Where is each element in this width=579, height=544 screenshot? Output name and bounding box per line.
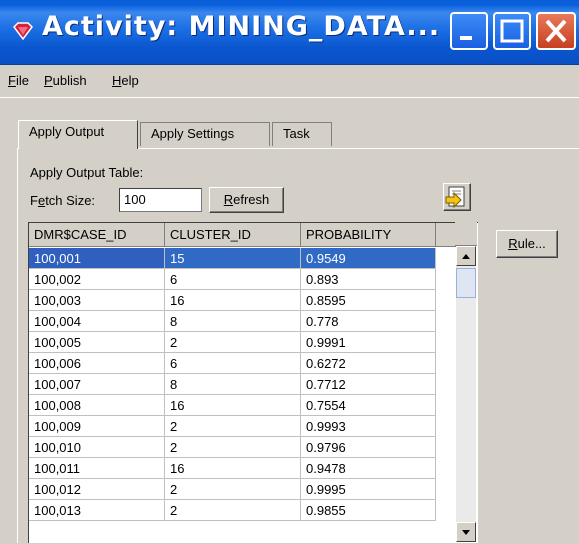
export-button[interactable] [443, 183, 471, 211]
menu-publish-mnemonic: P [44, 73, 53, 88]
cluster-id-cell[interactable]: 6 [165, 353, 301, 374]
rule-button[interactable]: Rule... [496, 230, 558, 258]
table-row[interactable]: 100,012 2 0.9995 [29, 479, 454, 500]
probability-cell[interactable]: 0.6272 [301, 353, 436, 374]
rule-label: ule... [517, 236, 546, 251]
arrow-up-icon [462, 254, 470, 259]
maximize-button[interactable] [493, 12, 531, 50]
column-header-spare [436, 223, 456, 247]
cluster-id-cell[interactable]: 2 [165, 416, 301, 437]
menu-help[interactable]: Help [112, 73, 139, 88]
maximize-icon [500, 19, 524, 43]
table-row[interactable]: 100,011 16 0.9478 [29, 458, 454, 479]
tab-task[interactable]: Task [272, 122, 332, 146]
probability-cell[interactable]: 0.7554 [301, 395, 436, 416]
column-header-cluster-id[interactable]: CLUSTER_ID [165, 223, 301, 247]
rule-mnemonic: R [508, 236, 518, 251]
tab-apply-settings[interactable]: Apply Settings [140, 122, 270, 146]
case-id-cell[interactable]: 100,001 [29, 248, 165, 269]
cluster-id-cell[interactable]: 16 [165, 458, 301, 479]
case-id-cell[interactable]: 100,010 [29, 437, 165, 458]
scroll-thumb[interactable] [456, 268, 476, 298]
table-row[interactable]: 100,004 8 0.778 [29, 311, 454, 332]
case-id-cell[interactable]: 100,011 [29, 458, 165, 479]
case-id-cell[interactable]: 100,002 [29, 269, 165, 290]
probability-cell[interactable]: 0.8595 [301, 290, 436, 311]
fetch-label-pre: F [30, 193, 38, 208]
probability-cell[interactable]: 0.893 [301, 269, 436, 290]
probability-cell[interactable]: 0.9549 [301, 248, 436, 269]
menu-file[interactable]: File [8, 73, 29, 88]
close-button[interactable] [536, 12, 576, 50]
arrow-down-icon [462, 530, 470, 535]
cluster-id-cell[interactable]: 2 [165, 479, 301, 500]
cluster-id-cell[interactable]: 15 [165, 248, 301, 269]
menu-help-mnemonic: H [112, 73, 122, 88]
fetch-label-post: tch Size: [45, 193, 96, 208]
probability-cell[interactable]: 0.9796 [301, 437, 436, 458]
export-icon [445, 186, 465, 209]
probability-cell[interactable]: 0.9855 [301, 500, 436, 521]
case-id-cell[interactable]: 100,013 [29, 500, 165, 521]
cluster-id-cell[interactable]: 6 [165, 269, 301, 290]
case-id-cell[interactable]: 100,007 [29, 374, 165, 395]
case-id-cell[interactable]: 100,006 [29, 353, 165, 374]
menu-file-mnemonic: F [8, 73, 16, 88]
table-row[interactable]: 100,007 8 0.7712 [29, 374, 454, 395]
cluster-id-cell[interactable]: 8 [165, 311, 301, 332]
cluster-id-cell[interactable]: 16 [165, 290, 301, 311]
scroll-up-button[interactable] [456, 246, 476, 266]
menu-publish[interactable]: Publish [44, 73, 87, 88]
probability-cell[interactable]: 0.9478 [301, 458, 436, 479]
probability-cell[interactable]: 0.9993 [301, 416, 436, 437]
table-row[interactable]: 100,009 2 0.9993 [29, 416, 454, 437]
table-row[interactable]: 100,001 15 0.9549 [29, 248, 454, 269]
refresh-button[interactable]: Refresh [209, 187, 284, 213]
scroll-down-button[interactable] [456, 522, 476, 542]
menu-publish-label: ublish [52, 73, 87, 88]
cluster-id-cell[interactable]: 8 [165, 374, 301, 395]
cluster-id-cell[interactable]: 2 [165, 332, 301, 353]
apply-output-table[interactable]: DMR$CASE_ID CLUSTER_ID PROBABILITY 100,0… [28, 222, 478, 543]
probability-cell[interactable]: 0.7712 [301, 374, 436, 395]
table-row[interactable]: 100,002 6 0.893 [29, 269, 454, 290]
column-header-probability[interactable]: PROBABILITY [301, 223, 436, 247]
table-row[interactable]: 100,008 16 0.7554 [29, 395, 454, 416]
case-id-cell[interactable]: 100,005 [29, 332, 165, 353]
close-icon [545, 19, 567, 43]
menu-file-label: ile [15, 73, 29, 88]
menu-help-label: elp [121, 73, 139, 88]
tab-apply-output[interactable]: Apply Output [18, 120, 138, 149]
refresh-label: efresh [233, 192, 270, 207]
window-title: Activity: MINING_DATA... [42, 11, 441, 42]
case-id-cell[interactable]: 100,003 [29, 290, 165, 311]
table-row[interactable]: 100,010 2 0.9796 [29, 437, 454, 458]
case-id-cell[interactable]: 100,012 [29, 479, 165, 500]
cluster-id-cell[interactable]: 2 [165, 437, 301, 458]
case-id-cell[interactable]: 100,009 [29, 416, 165, 437]
cluster-id-cell[interactable]: 2 [165, 500, 301, 521]
probability-cell[interactable]: 0.9991 [301, 332, 436, 353]
vertical-scrollbar[interactable] [456, 246, 476, 542]
title-bar[interactable]: Activity: MINING_DATA... [0, 0, 579, 65]
table-row[interactable]: 100,003 16 0.8595 [29, 290, 454, 311]
fetch-size-input[interactable]: 100 [119, 188, 202, 212]
table-row[interactable]: 100,013 2 0.9855 [29, 500, 454, 521]
minimize-icon [460, 36, 472, 40]
probability-cell[interactable]: 0.778 [301, 311, 436, 332]
probability-cell[interactable]: 0.9995 [301, 479, 436, 500]
cluster-id-cell[interactable]: 16 [165, 395, 301, 416]
apply-output-table-label: Apply Output Table: [30, 165, 144, 180]
case-id-cell[interactable]: 100,004 [29, 311, 165, 332]
refresh-mnemonic: R [223, 192, 234, 207]
minimize-button[interactable] [450, 12, 488, 50]
ruby-gem-icon [13, 22, 33, 41]
scroll-corner [455, 222, 477, 246]
column-header-case-id[interactable]: DMR$CASE_ID [29, 223, 165, 247]
fetch-size-label: Fetch Size: [30, 193, 95, 208]
menu-bar: File Publish Help [0, 65, 579, 98]
case-id-cell[interactable]: 100,008 [29, 395, 165, 416]
table-row[interactable]: 100,005 2 0.9991 [29, 332, 454, 353]
table-row[interactable]: 100,006 6 0.6272 [29, 353, 454, 374]
